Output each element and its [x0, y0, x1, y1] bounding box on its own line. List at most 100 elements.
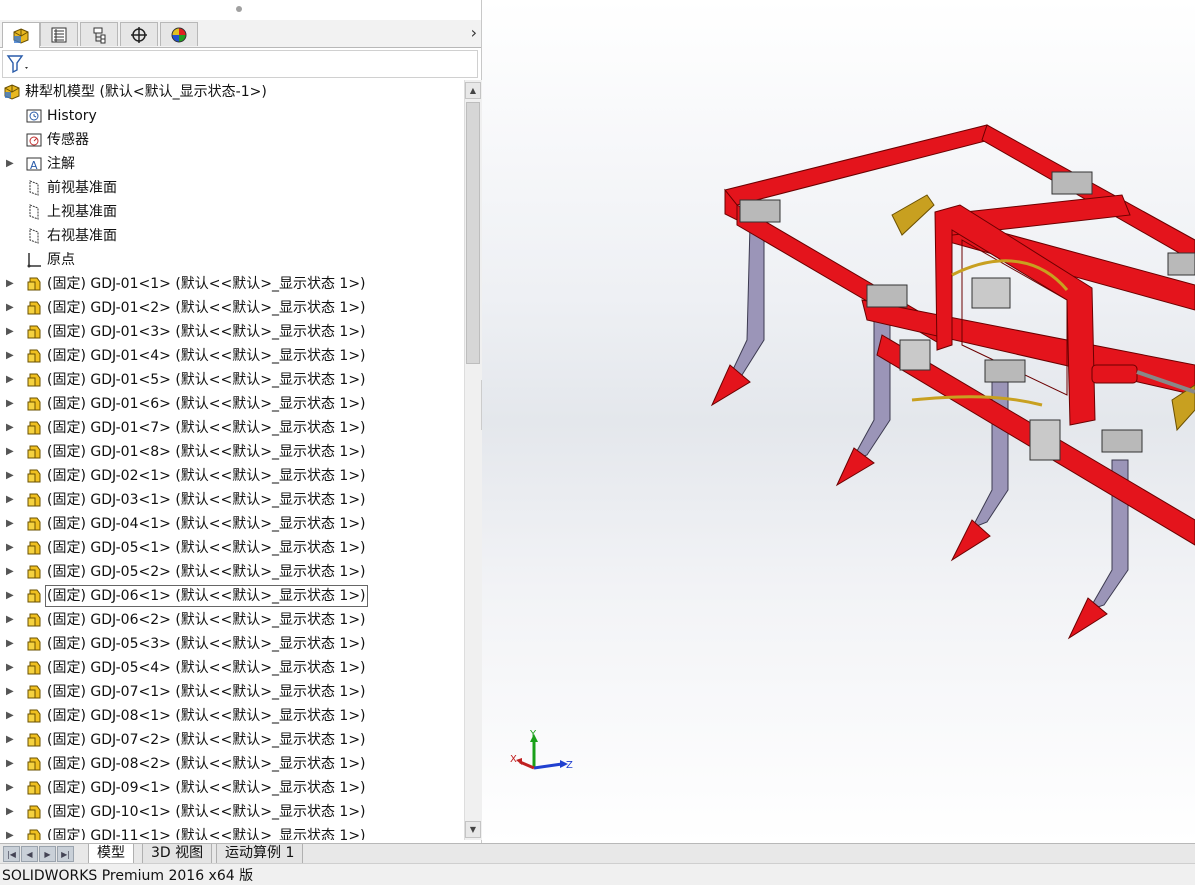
tree-component[interactable]: ▶ (固定) GDJ-11<1> (默认<<默认>_显示状态 1>) [0, 824, 462, 840]
expand-arrow-icon[interactable]: ▶ [6, 542, 14, 553]
expand-arrow-icon[interactable]: ▶ [6, 686, 14, 697]
scroll-thumb[interactable] [466, 102, 480, 364]
tree-component[interactable]: ▶ (固定) GDJ-05<2> (默认<<默认>_显示状态 1>) [0, 560, 462, 584]
expand-arrow-icon[interactable]: ▶ [6, 806, 14, 817]
tree-item[interactable]: 前视基准面 [0, 176, 462, 200]
expand-arrow-icon[interactable]: ▶ [6, 518, 14, 529]
tree-component[interactable]: ▶ (固定) GDJ-06<1> (默认<<默认>_显示状态 1>) [0, 584, 462, 608]
expand-arrow-icon[interactable]: ▶ [6, 326, 14, 337]
tree-item[interactable]: 右视基准面 [0, 224, 462, 248]
tree-component[interactable]: ▶ (固定) GDJ-05<1> (默认<<默认>_显示状态 1>) [0, 536, 462, 560]
tree-scrollbar[interactable]: ▲ ▼ [464, 80, 482, 840]
tab-property-manager[interactable] [40, 22, 78, 46]
expand-arrow-icon[interactable]: ▶ [6, 350, 14, 361]
tree-item[interactable]: 原点 [0, 248, 462, 272]
tree-component[interactable]: ▶ (固定) GDJ-05<4> (默认<<默认>_显示状态 1>) [0, 656, 462, 680]
tree-item-label: (固定) GDJ-01<3> (默认<<默认>_显示状态 1>) [47, 324, 366, 340]
triad-z-label: Z [566, 760, 573, 771]
expand-arrow-icon[interactable]: ▶ [6, 446, 14, 457]
tree-component[interactable]: ▶ (固定) GDJ-02<1> (默认<<默认>_显示状态 1>) [0, 464, 462, 488]
tree-item-label: 耕犁机模型 (默认<默认_显示状态-1>) [25, 84, 267, 100]
tree-item-label: (固定) GDJ-10<1> (默认<<默认>_显示状态 1>) [47, 804, 366, 820]
expand-arrow-icon[interactable]: ▶ [6, 638, 14, 649]
scroll-up-button[interactable]: ▲ [465, 82, 481, 99]
tree-component[interactable]: ▶ (固定) GDJ-01<1> (默认<<默认>_显示状态 1>) [0, 272, 462, 296]
expand-arrow-icon[interactable]: ▶ [6, 710, 14, 721]
filter-icon[interactable] [5, 53, 31, 77]
tree-item[interactable]: History [0, 104, 462, 128]
assembly-icon [3, 83, 21, 101]
display-manager-icon [171, 27, 187, 42]
expand-arrow-icon[interactable]: ▶ [6, 398, 14, 409]
part-icon [25, 419, 43, 437]
tree-component[interactable]: ▶ (固定) GDJ-08<2> (默认<<默认>_显示状态 1>) [0, 752, 462, 776]
expand-arrow-icon[interactable]: ▶ [6, 662, 14, 673]
tree-component[interactable]: ▶ (固定) GDJ-08<1> (默认<<默认>_显示状态 1>) [0, 704, 462, 728]
tab-dimxpert[interactable] [120, 22, 158, 46]
graphics-area[interactable]: Y Z X [482, 0, 1195, 843]
expand-arrow-icon[interactable]: ▶ [6, 758, 14, 769]
tree-component[interactable]: ▶ (固定) GDJ-01<8> (默认<<默认>_显示状态 1>) [0, 440, 462, 464]
filter-bar[interactable] [2, 50, 478, 78]
tree-item-label: (固定) GDJ-01<7> (默认<<默认>_显示状态 1>) [47, 420, 366, 436]
expand-arrow-icon[interactable]: ▶ [6, 278, 14, 289]
expand-arrow-icon[interactable]: ▶ [6, 302, 14, 313]
expand-arrow-icon[interactable]: ▶ [6, 614, 14, 625]
expand-arrow-icon[interactable]: ▶ [6, 590, 14, 601]
part-icon [25, 347, 43, 365]
triad-x-label: X [510, 754, 517, 765]
nav-prev-button[interactable]: ◀ [21, 846, 38, 862]
tab-3d-view[interactable]: 3D 视图 [142, 844, 213, 864]
tree-component[interactable]: ▶ (固定) GDJ-07<2> (默认<<默认>_显示状态 1>) [0, 728, 462, 752]
tree-item[interactable]: 上视基准面 [0, 200, 462, 224]
expand-arrow-icon[interactable]: ▶ [6, 734, 14, 745]
tree-item-label: (固定) GDJ-02<1> (默认<<默认>_显示状态 1>) [47, 468, 366, 484]
plane-icon [25, 227, 43, 245]
expand-arrow-icon[interactable]: ▶ [6, 494, 14, 505]
tree-component[interactable]: ▶ (固定) GDJ-10<1> (默认<<默认>_显示状态 1>) [0, 800, 462, 824]
tree-root-assembly[interactable]: 耕犁机模型 (默认<默认_显示状态-1>) [0, 80, 462, 104]
tree-component[interactable]: ▶ (固定) GDJ-01<4> (默认<<默认>_显示状态 1>) [0, 344, 462, 368]
expand-arrow-icon[interactable]: ▶ [6, 470, 14, 481]
tree-item-label: 上视基准面 [47, 204, 117, 220]
part-icon [25, 635, 43, 653]
tab-feature-manager[interactable] [2, 22, 40, 48]
tree-component[interactable]: ▶ (固定) GDJ-09<1> (默认<<默认>_显示状态 1>) [0, 776, 462, 800]
part-icon [25, 659, 43, 677]
tree-item-label: 前视基准面 [47, 180, 117, 196]
tree-component[interactable]: ▶ (固定) GDJ-01<2> (默认<<默认>_显示状态 1>) [0, 296, 462, 320]
tree-component[interactable]: ▶ (固定) GDJ-01<5> (默认<<默认>_显示状态 1>) [0, 368, 462, 392]
expand-arrow-icon[interactable]: ▶ [6, 782, 14, 793]
clamp-block [1051, 171, 1093, 195]
tree-item-label: (固定) GDJ-11<1> (默认<<默认>_显示状态 1>) [47, 828, 366, 840]
panel-tabs: › [0, 20, 481, 48]
chevron-right-icon[interactable]: › [471, 23, 477, 42]
panel-grip[interactable] [236, 6, 242, 12]
expand-arrow-icon[interactable]: ▶ [6, 830, 14, 840]
nav-last-button[interactable]: ▶| [57, 846, 74, 862]
tree-component[interactable]: ▶ (固定) GDJ-01<6> (默认<<默认>_显示状态 1>) [0, 392, 462, 416]
tab-model[interactable]: 模型 [88, 844, 134, 864]
tree-component[interactable]: ▶ (固定) GDJ-06<2> (默认<<默认>_显示状态 1>) [0, 608, 462, 632]
part-icon [25, 539, 43, 557]
tab-motion-study[interactable]: 运动算例 1 [216, 844, 304, 864]
tree-item[interactable]: ▶ A 注解 [0, 152, 462, 176]
expand-arrow-icon[interactable]: ▶ [6, 158, 14, 169]
scroll-down-button[interactable]: ▼ [465, 821, 481, 838]
tree-item[interactable]: 传感器 [0, 128, 462, 152]
nav-first-button[interactable]: |◀ [3, 846, 20, 862]
tree-component[interactable]: ▶ (固定) GDJ-04<1> (默认<<默认>_显示状态 1>) [0, 512, 462, 536]
tab-configuration-manager[interactable] [80, 22, 118, 46]
property-manager-icon [51, 27, 67, 42]
tree-component[interactable]: ▶ (固定) GDJ-05<3> (默认<<默认>_显示状态 1>) [0, 632, 462, 656]
tree-component[interactable]: ▶ (固定) GDJ-07<1> (默认<<默认>_显示状态 1>) [0, 680, 462, 704]
tree-component[interactable]: ▶ (固定) GDJ-01<7> (默认<<默认>_显示状态 1>) [0, 416, 462, 440]
expand-arrow-icon[interactable]: ▶ [6, 422, 14, 433]
tree-component[interactable]: ▶ (固定) GDJ-03<1> (默认<<默认>_显示状态 1>) [0, 488, 462, 512]
tab-display-manager[interactable] [160, 22, 198, 46]
nav-next-button[interactable]: ▶ [39, 846, 56, 862]
expand-arrow-icon[interactable]: ▶ [6, 566, 14, 577]
axis-x [519, 760, 535, 770]
tree-component[interactable]: ▶ (固定) GDJ-01<3> (默认<<默认>_显示状态 1>) [0, 320, 462, 344]
expand-arrow-icon[interactable]: ▶ [6, 374, 14, 385]
